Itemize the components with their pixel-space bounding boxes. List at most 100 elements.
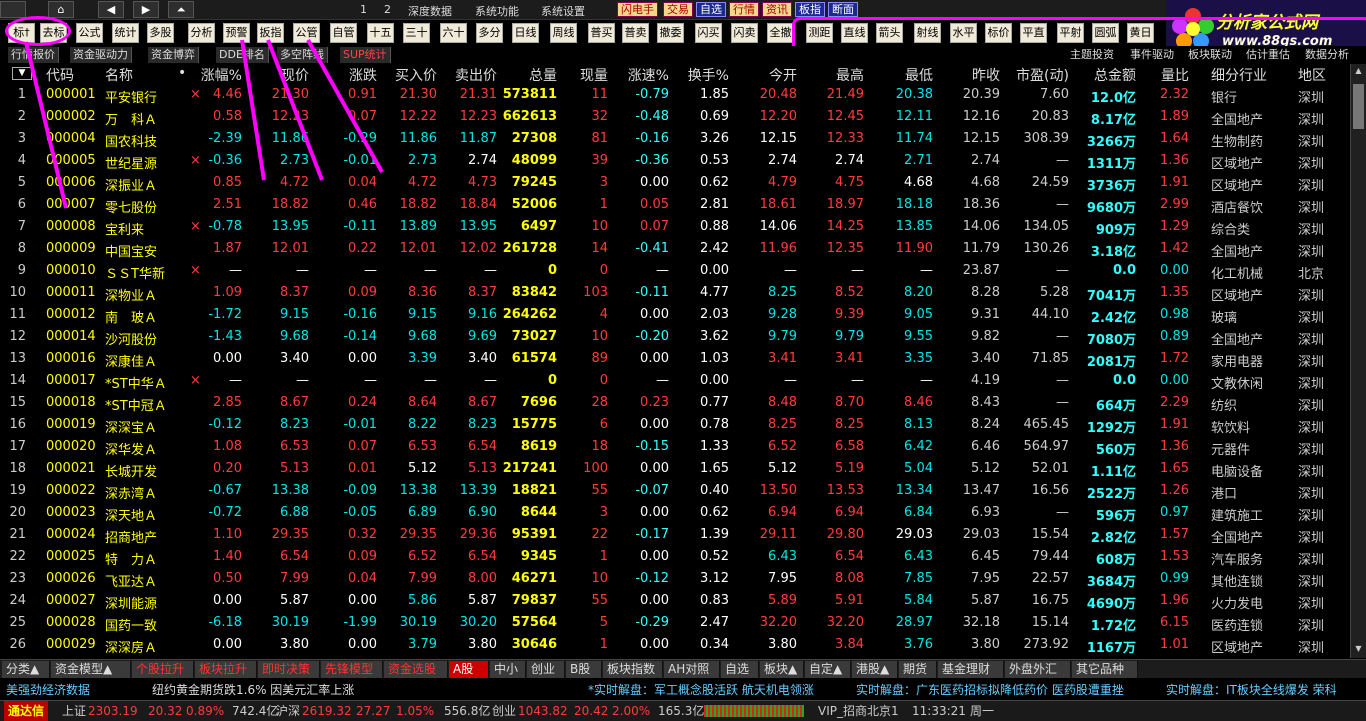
tool-button-21[interactable]: 全撤 — [767, 23, 794, 43]
stock-code[interactable]: 000004 — [46, 131, 96, 146]
market-tab-1[interactable]: 资金模型▲ — [51, 661, 131, 678]
ticker-item-1[interactable]: 美强劲经济数据 — [6, 681, 90, 698]
stock-name[interactable]: 深华发Ａ — [105, 439, 157, 458]
stock-code[interactable]: 000007 — [46, 197, 96, 212]
table-row[interactable]: 7 000008 宝利来 × -0.78 13.95 -0.11 13.89 13.95 6497… — [0, 216, 1350, 238]
stock-name[interactable]: 南 玻Ａ — [105, 307, 157, 326]
market-tab-13[interactable]: 自选 — [721, 661, 759, 678]
table-row[interactable]: 1 000001 平安银行 × 4.46 21.30 0.91 21.30 21.31 57381… — [0, 84, 1350, 106]
tool-button-13[interactable]: 多分 — [476, 23, 503, 43]
table-row[interactable]: 20 000023 深天地Ａ -0.72 6.88 -0.05 6.89 6.90 8644 3 0… — [0, 502, 1350, 524]
stock-name[interactable]: 深深宝Ａ — [105, 417, 157, 436]
table-row[interactable]: 26 000029 深深房Ａ 0.00 3.80 0.00 3.79 3.80 30646 1 0.… — [0, 634, 1350, 656]
column-menu-icon[interactable]: ▼ — [12, 67, 32, 80]
stock-code[interactable]: 000021 — [46, 461, 96, 476]
table-row[interactable]: 16 000019 深深宝Ａ -0.12 8.23 -0.01 8.22 8.23 15775 6… — [0, 414, 1350, 436]
stock-name[interactable]: 深物业Ａ — [105, 285, 157, 304]
stock-name[interactable]: 中国宝安 — [105, 241, 157, 260]
stock-code[interactable]: 000012 — [46, 307, 96, 322]
table-row[interactable]: 22 000025 特 力Ａ 1.40 6.54 0.09 6.52 6.54 9345 1 0.0… — [0, 546, 1350, 568]
col-header-19[interactable]: 细分行业 — [1211, 65, 1267, 85]
home-icon[interactable]: ⌂ — [48, 1, 74, 18]
table-row[interactable]: 21 000024 招商地产 1.10 29.35 0.32 29.35 29.36 95391… — [0, 524, 1350, 546]
tab-fund-drive[interactable]: 资金驱动力 — [70, 47, 132, 63]
stock-code[interactable]: 000028 — [46, 615, 96, 630]
stock-name[interactable]: 飞亚达Ａ — [105, 571, 157, 590]
tab-dde-rank[interactable]: DDE排名 — [216, 47, 269, 63]
market-tab-0[interactable]: 分类▲ — [2, 661, 50, 678]
stock-name[interactable]: 平安银行 — [105, 87, 157, 106]
market-tab-10[interactable]: B股 — [566, 661, 602, 678]
tool-button-8[interactable]: 公管 — [293, 23, 320, 43]
table-row[interactable]: 11 000012 南 玻Ａ -1.72 9.15 -0.16 9.15 9.16 264262… — [0, 304, 1350, 326]
table-row[interactable]: 8 000009 中国宝安 1.87 12.01 0.22 12.01 12.02 261728… — [0, 238, 1350, 260]
market-tab-9[interactable]: 创业 — [527, 661, 565, 678]
stock-name[interactable]: 深圳能源 — [105, 593, 157, 612]
stock-name[interactable]: 特 力Ａ — [105, 549, 157, 568]
stock-code[interactable]: 000014 — [46, 329, 96, 344]
stock-code[interactable]: 000027 — [46, 593, 96, 608]
market-tab-4[interactable]: 即时决策 — [258, 661, 320, 678]
stock-code[interactable]: 000009 — [46, 241, 96, 256]
tool-button-5[interactable]: 分析 — [188, 23, 215, 43]
stock-name[interactable]: 深康佳Ａ — [105, 351, 157, 370]
market-tab-3[interactable]: 板块拉升 — [195, 661, 257, 678]
tool-button-12[interactable]: 六十 — [440, 23, 467, 43]
menu-deep-data[interactable]: 深度数据 — [408, 3, 452, 19]
ticker-item-2[interactable]: 纽约黄金期货跌1.6% 因美元汇率上涨 — [152, 681, 354, 698]
stock-name[interactable]: ＳＳT华新 — [105, 263, 165, 282]
stock-code[interactable]: 000011 — [46, 285, 96, 300]
tool-button-16[interactable]: 普买 — [588, 23, 615, 43]
tool-button-3[interactable]: 统计 — [112, 23, 139, 43]
stock-name[interactable]: *ST中冠Ａ — [105, 395, 167, 414]
market-tab-5[interactable]: 先锋模型 — [321, 661, 383, 678]
menu-system-settings[interactable]: 系统设置 — [541, 3, 585, 19]
market-tab-19[interactable]: 外盘外汇▲ — [1005, 661, 1071, 693]
market-tab-7[interactable]: A股 — [449, 661, 489, 678]
stock-name[interactable]: 深赤湾Ａ — [105, 483, 157, 502]
tool-button-20[interactable]: 闪卖 — [731, 23, 758, 43]
col-header-1[interactable]: 名称 — [105, 65, 133, 85]
tool-button-14[interactable]: 日线 — [512, 23, 539, 43]
table-row[interactable]: 15 000018 *ST中冠Ａ 2.85 8.67 0.24 8.64 8.67 7696 28… — [0, 392, 1350, 414]
stock-name[interactable]: 零七股份 — [105, 197, 157, 216]
table-row[interactable]: 9 000010 ＳＳT华新 × — — — — —0 0—0.00— — —23.87—0.0 0.0… — [0, 260, 1350, 282]
page-num-1[interactable]: 1 — [360, 3, 367, 16]
stock-name[interactable]: 深振业Ａ — [105, 175, 157, 194]
tool-button-15[interactable]: 周线 — [550, 23, 577, 43]
stock-name[interactable]: 深深房Ａ — [105, 637, 157, 656]
market-tab-8[interactable]: 中小 — [490, 661, 526, 678]
stock-code[interactable]: 000016 — [46, 351, 96, 366]
tool-button-4[interactable]: 多股 — [147, 23, 174, 43]
col-header-18[interactable]: 量比 — [1109, 65, 1189, 85]
table-row[interactable]: 6 000007 零七股份 2.51 18.82 0.46 18.82 18.84 52006 1… — [0, 194, 1350, 216]
stock-code[interactable]: 000019 — [46, 417, 96, 432]
stock-name[interactable]: 万 科Ａ — [105, 109, 157, 128]
stock-name[interactable]: 深天地Ａ — [105, 505, 157, 524]
stock-code[interactable]: 000018 — [46, 395, 96, 410]
market-tab-14[interactable]: 板块▲ — [760, 661, 804, 678]
vertical-scrollbar[interactable]: ▲ ▼ — [1350, 64, 1366, 658]
table-row[interactable]: 13 000016 深康佳Ａ 0.00 3.40 0.00 3.39 3.40 61574 89 0… — [0, 348, 1350, 370]
tab-event-drive[interactable]: 事件驱动 — [1130, 47, 1174, 63]
stock-code[interactable]: 000008 — [46, 219, 96, 234]
stock-code[interactable]: 000005 — [46, 153, 96, 168]
market-tab-17[interactable]: 期货▲ — [899, 661, 937, 693]
market-tab-15[interactable]: 自定▲ — [805, 661, 851, 678]
tab-fund-game[interactable]: 资金博弈 — [148, 47, 199, 63]
menu-system-function[interactable]: 系统功能 — [475, 3, 519, 19]
market-tab-11[interactable]: 板块指数 — [603, 661, 663, 678]
table-row[interactable]: 5 000006 深振业Ａ 0.85 4.72 0.04 4.72 4.73 79245 3 0.0… — [0, 172, 1350, 194]
stock-code[interactable]: 000026 — [46, 571, 96, 586]
market-tab-18[interactable]: 基金理财▲ — [938, 661, 1004, 693]
ticker-item-3[interactable]: *实时解盘：军工概念股活跃 航天机电领涨 — [588, 681, 814, 698]
tab-sup-stats[interactable]: SUP统计 — [340, 47, 391, 63]
trade-button[interactable]: 交易 — [663, 2, 693, 17]
scroll-thumb[interactable] — [1353, 84, 1364, 129]
market-tab-2[interactable]: 个股拉升 — [132, 661, 194, 678]
col-header-0[interactable]: 代码 — [46, 65, 74, 85]
collapse-up-icon[interactable]: ⏶ — [168, 1, 194, 18]
tool-button-10[interactable]: 十五 — [367, 23, 394, 43]
stock-code[interactable]: 000020 — [46, 439, 96, 454]
table-row[interactable]: 14 000017 *ST中华Ａ × — — — — —0 0—0.00— — —4.19—0.0 0.… — [0, 370, 1350, 392]
